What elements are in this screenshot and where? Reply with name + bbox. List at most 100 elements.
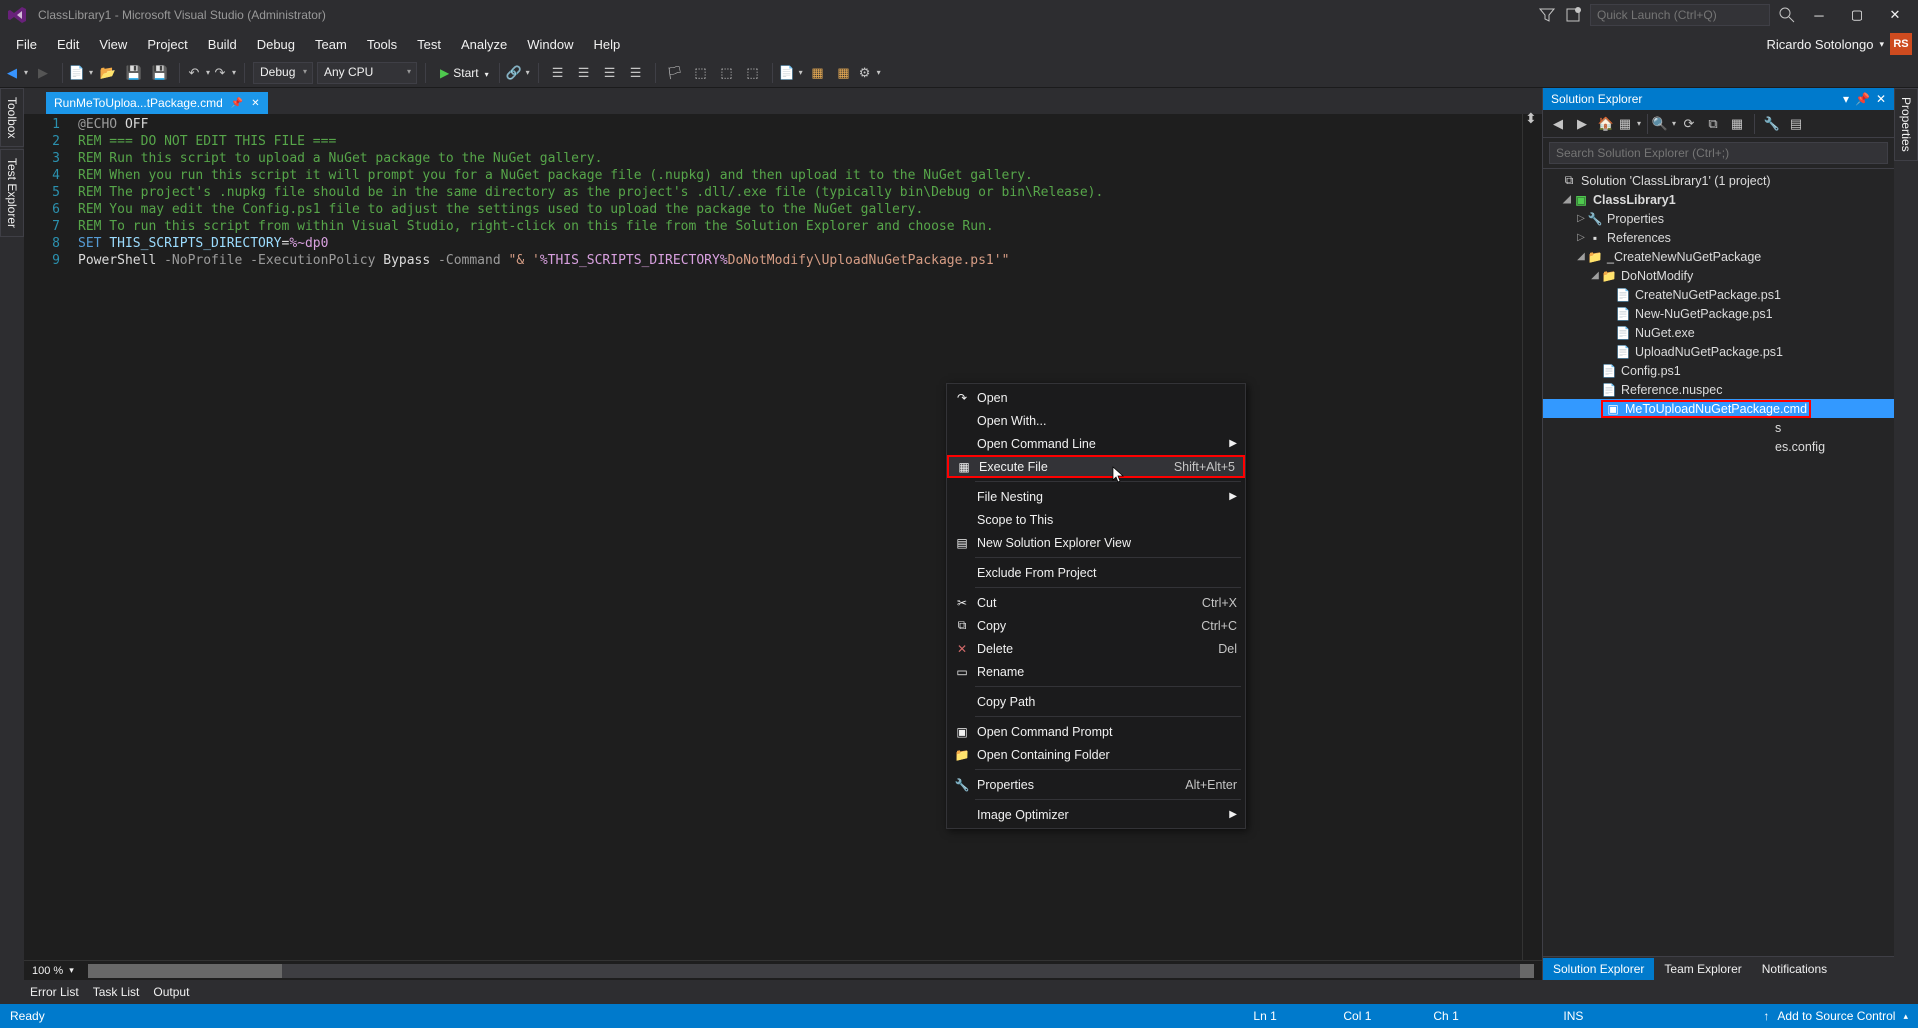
toolbar-btn-8[interactable]: ⬚ — [742, 62, 764, 84]
save-button[interactable]: 💾 — [123, 62, 145, 84]
menu-build[interactable]: Build — [198, 33, 247, 56]
se-tab-solution[interactable]: Solution Explorer — [1543, 958, 1654, 980]
user-name[interactable]: Ricardo Sotolongo — [1767, 37, 1874, 52]
menu-edit[interactable]: Edit — [47, 33, 89, 56]
properties-tab[interactable]: Properties — [1894, 88, 1918, 161]
ctx-properties[interactable]: 🔧PropertiesAlt+Enter — [947, 773, 1245, 796]
references-node[interactable]: ▷▪References — [1543, 228, 1894, 247]
toolbar-btn-12[interactable]: ⚙ — [859, 62, 881, 84]
platform-combo[interactable]: Any CPU — [317, 62, 417, 84]
nav-back-button[interactable]: ◀ — [6, 62, 28, 84]
se-back-button[interactable]: ◀ — [1547, 113, 1569, 135]
test-explorer-tab[interactable]: Test Explorer — [0, 149, 24, 237]
filter-icon[interactable] — [1538, 6, 1556, 24]
editor-split-strip[interactable]: ⬍ — [1522, 114, 1542, 960]
user-badge[interactable]: RS — [1890, 33, 1912, 55]
user-dropdown-icon[interactable]: ▾ — [1879, 39, 1884, 50]
new-project-button[interactable]: 📄 — [71, 62, 93, 84]
toolbar-btn-6[interactable]: ⬚ — [690, 62, 712, 84]
toolbar-btn-3[interactable]: ☰ — [599, 62, 621, 84]
config-file[interactable]: 📄Config.ps1 — [1543, 361, 1894, 380]
se-refresh-button[interactable]: ⟳ — [1678, 113, 1700, 135]
file-item[interactable]: 📄CreateNuGetPackage.ps1 — [1543, 285, 1894, 304]
ctx-scope-to-this[interactable]: Scope to This — [947, 508, 1245, 531]
toolbar-btn-4[interactable]: ☰ — [625, 62, 647, 84]
ctx-cut[interactable]: ✂CutCtrl+X — [947, 591, 1245, 614]
se-show-all-button[interactable]: ▦ — [1726, 113, 1748, 135]
menu-project[interactable]: Project — [137, 33, 197, 56]
se-properties-button[interactable]: 🔧 — [1761, 113, 1783, 135]
search-icon[interactable] — [1778, 6, 1796, 24]
minimize-button[interactable]: ─ — [1804, 5, 1834, 25]
nav-forward-button[interactable]: ▶ — [32, 62, 54, 84]
project-node[interactable]: ◢▣ClassLibrary1 — [1543, 190, 1894, 209]
source-control-dropdown-icon[interactable]: ▴ — [1903, 1011, 1908, 1022]
ctx-copy[interactable]: ⧉CopyCtrl+C — [947, 614, 1245, 637]
ctx-delete[interactable]: ✕DeleteDel — [947, 637, 1245, 660]
ctx-exclude-from-project[interactable]: Exclude From Project — [947, 561, 1245, 584]
runme-file[interactable]: ▣MeToUploadNuGetPackage.cmd — [1543, 399, 1894, 418]
add-source-control[interactable]: Add to Source Control — [1777, 1009, 1895, 1023]
folder-donotmodify[interactable]: ◢📁DoNotModify — [1543, 266, 1894, 285]
toolbar-btn-7[interactable]: ⬚ — [716, 62, 738, 84]
ctx-copy-path[interactable]: Copy Path — [947, 690, 1245, 713]
toolbar-btn-1[interactable]: ☰ — [547, 62, 569, 84]
close-button[interactable]: ✕ — [1880, 5, 1910, 25]
panel-dropdown-icon[interactable]: ▾ — [1843, 92, 1849, 106]
undo-button[interactable]: ↶ — [188, 62, 210, 84]
toolbar-btn-9[interactable]: 📄 — [781, 62, 803, 84]
code-area[interactable]: @ECHO OFFREM === DO NOT EDIT THIS FILE =… — [72, 114, 1522, 960]
browser-link-button[interactable]: 🔗 — [508, 62, 530, 84]
ctx-open-with-[interactable]: Open With... — [947, 409, 1245, 432]
menu-tools[interactable]: Tools — [357, 33, 407, 56]
ctx-open-containing-folder[interactable]: 📁Open Containing Folder — [947, 743, 1245, 766]
quick-launch-input[interactable] — [1590, 4, 1770, 26]
ctx-new-solution-explorer-view[interactable]: ▤New Solution Explorer View — [947, 531, 1245, 554]
se-forward-button[interactable]: ▶ — [1571, 113, 1593, 135]
se-collapse-button[interactable]: ⧉ — [1702, 113, 1724, 135]
menu-analyze[interactable]: Analyze — [451, 33, 517, 56]
toolbar-btn-10[interactable]: ▦ — [807, 62, 829, 84]
ctx-rename[interactable]: ▭Rename — [947, 660, 1245, 683]
menu-view[interactable]: View — [89, 33, 137, 56]
toolbar-btn-5[interactable]: 🏳 — [664, 62, 686, 84]
horizontal-scrollbar[interactable] — [88, 964, 1534, 978]
redo-button[interactable]: ↷ — [214, 62, 236, 84]
se-sync-button[interactable]: ▦ — [1619, 113, 1641, 135]
menu-test[interactable]: Test — [407, 33, 451, 56]
ctx-file-nesting[interactable]: File Nesting▶ — [947, 485, 1245, 508]
output-tab[interactable]: Output — [153, 985, 189, 999]
menu-window[interactable]: Window — [517, 33, 583, 56]
ctx-open[interactable]: ↷Open — [947, 386, 1245, 409]
toolbar-btn-11[interactable]: ▦ — [833, 62, 855, 84]
menu-debug[interactable]: Debug — [247, 33, 305, 56]
toolbar-btn-2[interactable]: ☰ — [573, 62, 595, 84]
start-button[interactable]: ▶Start — [434, 64, 491, 82]
hidden-node-2[interactable]: es.config — [1543, 437, 1894, 456]
notification-icon[interactable] — [1564, 6, 1582, 24]
editor-tab[interactable]: RunMeToUploa...tPackage.cmd 📌 ✕ — [46, 92, 268, 114]
ctx-open-command-line[interactable]: Open Command Line▶ — [947, 432, 1245, 455]
file-item[interactable]: 📄New-NuGetPackage.ps1 — [1543, 304, 1894, 323]
save-all-button[interactable]: 💾 — [149, 62, 171, 84]
menu-help[interactable]: Help — [584, 33, 631, 56]
config-combo[interactable]: Debug — [253, 62, 313, 84]
open-file-button[interactable]: 📂 — [97, 62, 119, 84]
menu-team[interactable]: Team — [305, 33, 357, 56]
solution-node[interactable]: ⧉Solution 'ClassLibrary1' (1 project) — [1543, 171, 1894, 190]
hidden-node-1[interactable]: s — [1543, 418, 1894, 437]
publish-arrow-icon[interactable]: ↑ — [1763, 1009, 1769, 1023]
folder-createnew[interactable]: ◢📁_CreateNewNuGetPackage — [1543, 247, 1894, 266]
solution-search-input[interactable] — [1549, 142, 1888, 164]
pin-icon[interactable]: 📌 — [231, 98, 243, 109]
error-list-tab[interactable]: Error List — [30, 985, 79, 999]
se-preview-button[interactable]: ▤ — [1785, 113, 1807, 135]
file-item[interactable]: 📄UploadNuGetPackage.ps1 — [1543, 342, 1894, 361]
panel-pin-icon[interactable]: 📌 — [1855, 92, 1870, 106]
file-item[interactable]: 📄NuGet.exe — [1543, 323, 1894, 342]
maximize-button[interactable]: ▢ — [1842, 5, 1872, 25]
ctx-execute-file[interactable]: ▦Execute FileShift+Alt+5 — [947, 455, 1245, 478]
se-tab-team[interactable]: Team Explorer — [1654, 958, 1751, 980]
se-home-button[interactable]: 🏠 — [1595, 113, 1617, 135]
se-tab-notifications[interactable]: Notifications — [1752, 958, 1837, 980]
